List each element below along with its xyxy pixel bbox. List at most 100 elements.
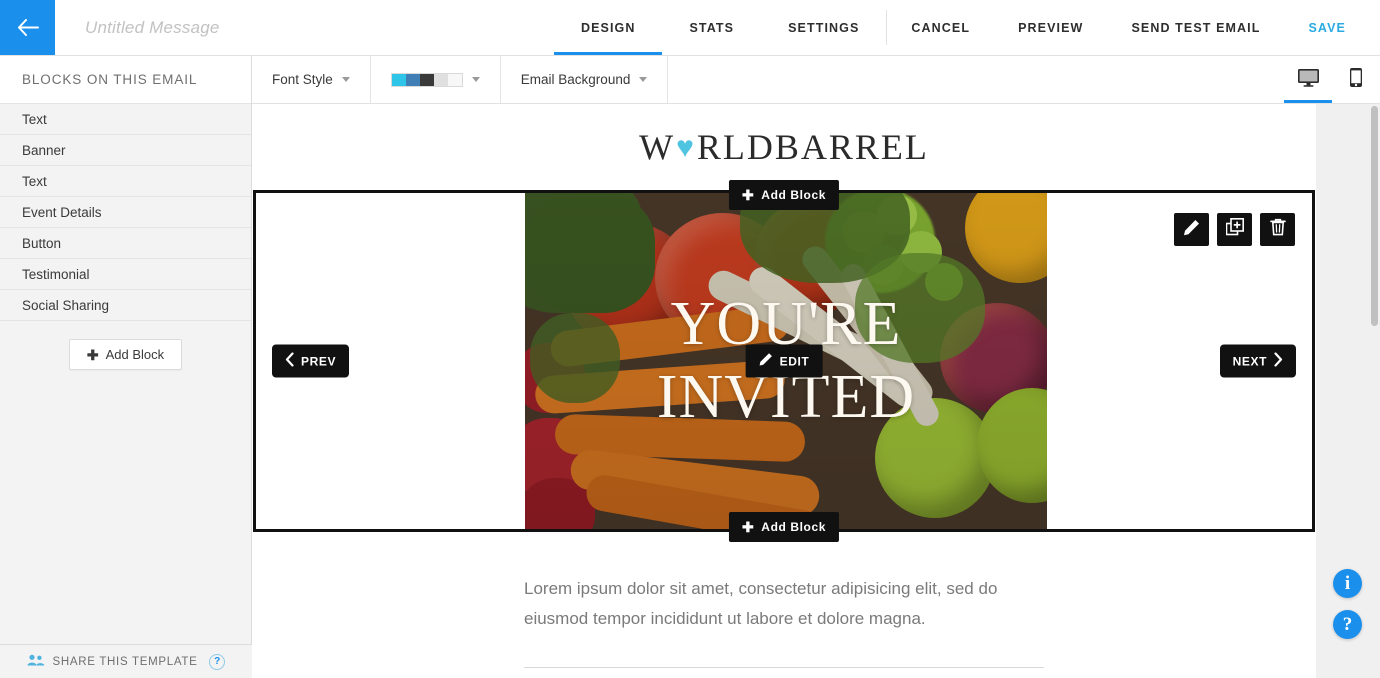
sidebar-item-event-details[interactable]: Event Details — [0, 197, 251, 228]
mobile-icon — [1349, 67, 1363, 93]
palette-color-2 — [419, 73, 434, 86]
heart-icon: ♥ — [676, 131, 696, 164]
palette-color-3 — [433, 73, 448, 86]
email-background-dropdown[interactable]: Email Background — [501, 56, 669, 103]
email-background-label: Email Background — [520, 72, 631, 87]
sidebar-item-banner[interactable]: Banner — [0, 135, 251, 166]
design-toolbar: Font Style Email Background — [252, 56, 1380, 104]
edit-banner-label: EDIT — [779, 354, 810, 368]
sidebar-item-label: Social Sharing — [22, 297, 110, 313]
tab-settings[interactable]: SETTINGS — [761, 0, 886, 55]
logo-text-before: W — [639, 127, 676, 167]
message-title-input[interactable]: Untitled Message — [55, 0, 554, 55]
trash-icon — [1269, 218, 1286, 241]
pencil-icon — [1183, 219, 1200, 241]
add-block-below-button[interactable]: ✚ Add Block — [728, 512, 840, 542]
banner-block-selected[interactable]: YOU'RE INVITED ✚ Add Block ✚ Add Block E… — [253, 180, 1315, 542]
add-block-above-button[interactable]: ✚ Add Block — [728, 180, 840, 210]
pencil-icon — [759, 353, 773, 370]
tab-stats[interactable]: STATS — [662, 0, 761, 55]
palette-color-1 — [405, 73, 420, 86]
palette-color-0 — [391, 73, 406, 86]
next-label: NEXT — [1232, 354, 1267, 368]
block-controls — [1174, 213, 1295, 246]
sidebar-item-label: Testimonial — [22, 266, 90, 282]
device-preview-toggle — [1284, 56, 1380, 103]
email-canvas[interactable]: W ♥ RLDBARREL YOU'RE INVITED ✚ Add Block… — [252, 104, 1380, 678]
blocks-sidebar: BLOCKS ON THIS EMAIL Text Banner Text Ev… — [0, 56, 252, 678]
sidebar-header: BLOCKS ON THIS EMAIL — [0, 56, 251, 104]
add-block-label: Add Block — [105, 347, 165, 362]
edit-banner-button[interactable]: EDIT — [745, 344, 823, 378]
help-buttons: i ? — [1333, 569, 1362, 639]
tab-settings-label: SETTINGS — [788, 20, 860, 35]
font-style-dropdown[interactable]: Font Style — [252, 56, 371, 103]
delete-block-button[interactable] — [1260, 213, 1295, 246]
logo-block[interactable]: W ♥ RLDBARREL — [252, 104, 1316, 190]
sidebar-item-text-2[interactable]: Text — [0, 166, 251, 197]
chevron-left-icon — [285, 352, 294, 370]
divider — [524, 666, 1044, 668]
info-icon[interactable]: i — [1333, 569, 1362, 598]
chevron-right-icon — [1274, 352, 1283, 370]
brand-logo: W ♥ RLDBARREL — [639, 126, 929, 168]
palette-color-4 — [447, 73, 462, 86]
share-this-template-button[interactable]: SHARE THIS TEMPLATE ? — [0, 644, 252, 678]
duplicate-block-button[interactable] — [1217, 213, 1252, 246]
add-block-button[interactable]: ✚ Add Block — [68, 339, 183, 370]
send-test-email-button[interactable]: SEND TEST EMAIL — [1107, 0, 1284, 55]
send-test-email-label: SEND TEST EMAIL — [1131, 20, 1261, 35]
mobile-preview-button[interactable] — [1332, 56, 1380, 103]
color-palette-dropdown[interactable] — [371, 56, 501, 103]
desktop-preview-button[interactable] — [1284, 56, 1332, 103]
sidebar-item-label: Text — [22, 111, 47, 127]
canvas-scrollbar[interactable] — [1369, 104, 1380, 678]
sidebar-item-label: Banner — [22, 142, 66, 158]
sidebar-item-label: Event Details — [22, 204, 102, 220]
email-body: W ♥ RLDBARREL YOU'RE INVITED ✚ Add Block… — [252, 104, 1316, 678]
plus-icon: ✚ — [741, 519, 755, 535]
prev-banner-button[interactable]: PREV — [272, 344, 350, 378]
sidebar-item-label: Button — [22, 235, 62, 251]
chevron-down-icon — [341, 77, 350, 82]
sidebar-item-text-1[interactable]: Text — [0, 104, 251, 135]
share-help-icon[interactable]: ? — [209, 653, 226, 670]
color-palette-swatch — [390, 72, 463, 87]
add-block-below-label: Add Block — [761, 520, 827, 534]
body-text[interactable]: Lorem ipsum dolor sit amet, consectetur … — [524, 574, 1044, 635]
save-button[interactable]: SAVE — [1284, 0, 1380, 55]
add-block-above-label: Add Block — [761, 188, 827, 202]
desktop-icon — [1297, 68, 1320, 92]
font-style-label: Font Style — [272, 72, 333, 87]
help-icon[interactable]: ? — [1333, 610, 1362, 639]
plus-icon: ✚ — [741, 187, 755, 203]
text-block[interactable]: Lorem ipsum dolor sit amet, consectetur … — [252, 532, 1316, 668]
prev-label: PREV — [301, 354, 337, 368]
canvas-scrollbar-thumb[interactable] — [1371, 106, 1378, 326]
duplicate-icon — [1225, 218, 1244, 241]
logo-text-after: RLDBARREL — [696, 127, 929, 167]
chevron-down-icon — [639, 77, 648, 82]
tab-design-label: DESIGN — [580, 20, 636, 35]
back-button[interactable] — [0, 0, 55, 55]
cancel-label: CANCEL — [911, 20, 971, 35]
tab-stats-label: STATS — [689, 20, 735, 35]
sidebar-item-label: Text — [22, 173, 47, 189]
chevron-down-icon — [471, 77, 480, 82]
plus-icon: ✚ — [86, 346, 99, 363]
edit-block-button[interactable] — [1174, 213, 1209, 246]
add-block-sidebar-wrapper: ✚ Add Block — [0, 321, 251, 370]
sidebar-item-testimonial[interactable]: Testimonial — [0, 259, 251, 290]
top-bar: Untitled Message DESIGN STATS SETTINGS C… — [0, 0, 1380, 56]
primary-tabs: DESIGN STATS SETTINGS — [553, 0, 886, 55]
people-icon — [26, 654, 45, 669]
share-template-label: SHARE THIS TEMPLATE — [52, 655, 198, 668]
cancel-button[interactable]: CANCEL — [887, 0, 994, 55]
preview-button[interactable]: PREVIEW — [994, 0, 1107, 55]
preview-label: PREVIEW — [1018, 20, 1084, 35]
save-label: SAVE — [1308, 20, 1346, 35]
sidebar-item-social-sharing[interactable]: Social Sharing — [0, 290, 251, 321]
sidebar-item-button[interactable]: Button — [0, 228, 251, 259]
next-banner-button[interactable]: NEXT — [1219, 344, 1296, 378]
tab-design[interactable]: DESIGN — [553, 0, 663, 55]
